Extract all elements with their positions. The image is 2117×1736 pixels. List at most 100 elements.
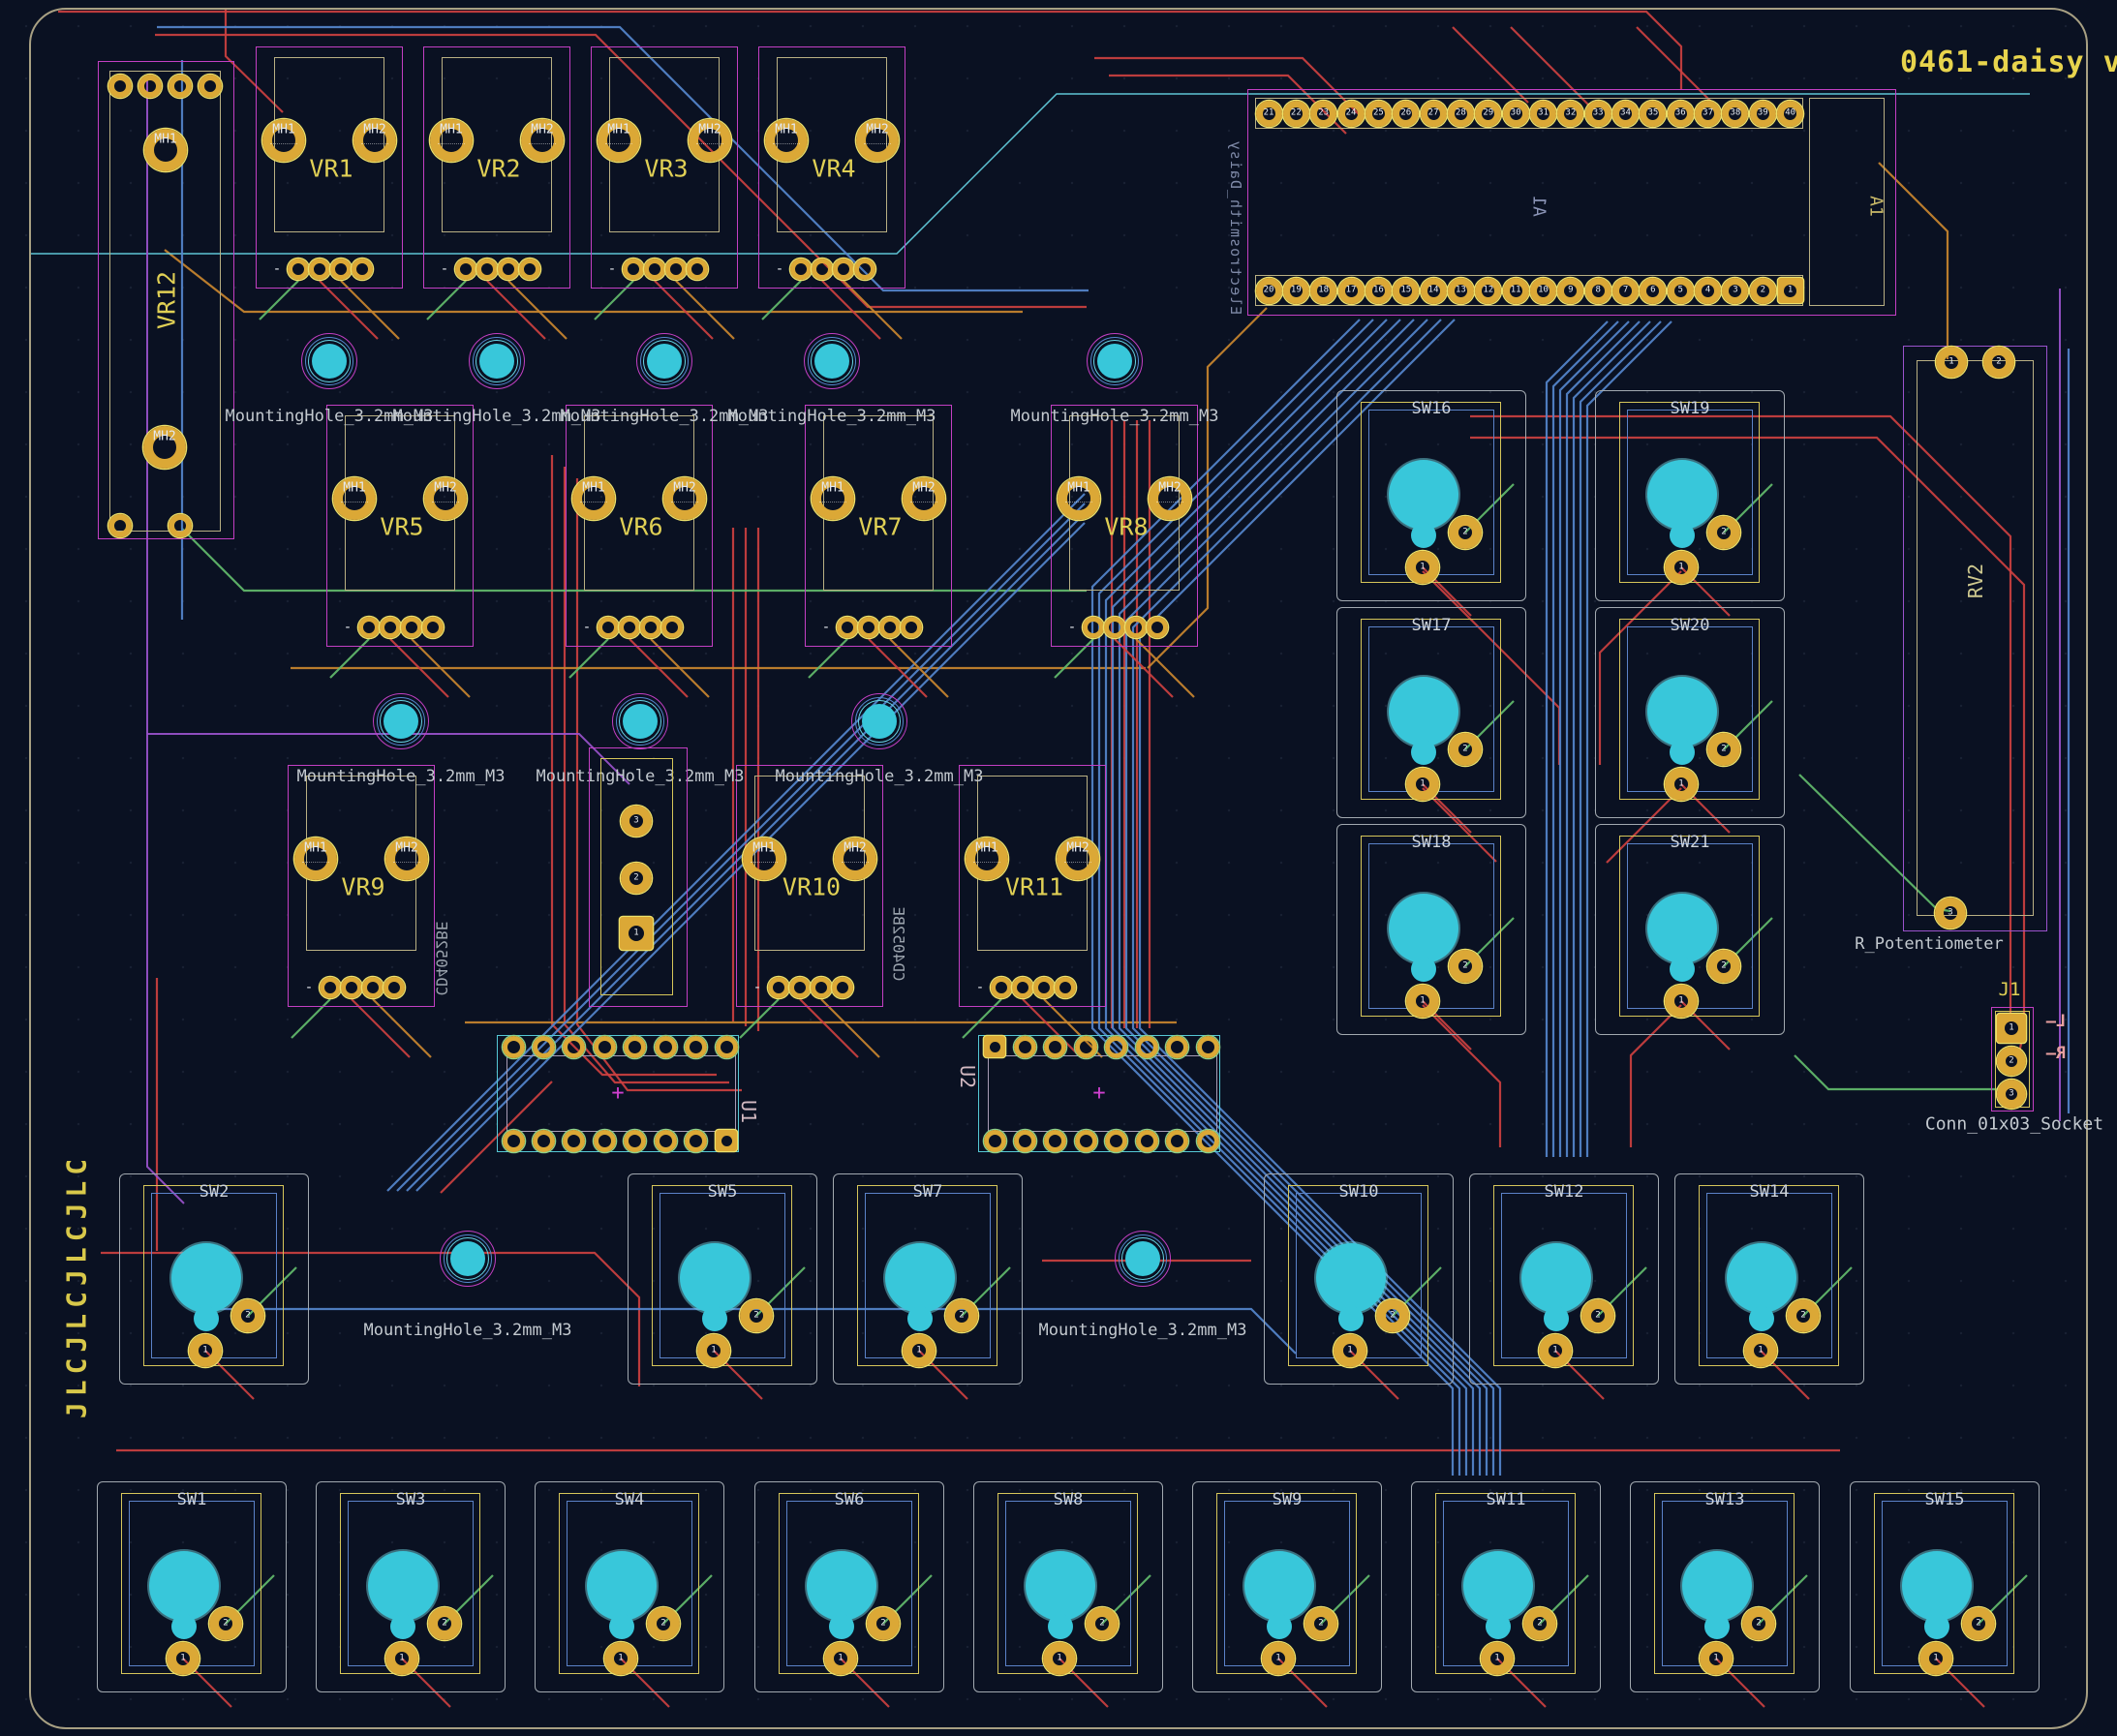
switch-pad-1[interactable]: 1 — [1665, 768, 1698, 801]
header-pin-6[interactable]: 6 — [1640, 278, 1666, 304]
pin-pad-2[interactable] — [309, 259, 330, 280]
jack-pad-1[interactable]: 1 — [620, 917, 653, 950]
switch-pad-2[interactable]: 2 — [1707, 516, 1740, 549]
socket-pin[interactable] — [1166, 1130, 1188, 1152]
pin-pad-2[interactable] — [789, 977, 811, 998]
pin-pad-3[interactable] — [1125, 617, 1147, 638]
pin-pad-1[interactable] — [455, 259, 476, 280]
switch-pad-1[interactable]: 1 — [1406, 985, 1439, 1018]
pin-pad-2[interactable] — [341, 977, 362, 998]
switch-pad-1[interactable]: 1 — [1406, 551, 1439, 584]
header-pin-40[interactable]: 40 — [1777, 101, 1803, 127]
header-pin-13[interactable]: 13 — [1448, 278, 1474, 304]
mounting-hole[interactable] — [439, 1230, 497, 1288]
header-pin-14[interactable]: 14 — [1421, 278, 1447, 304]
header-pin-22[interactable]: 22 — [1283, 101, 1309, 127]
footprint-sw6[interactable]: SW621 — [754, 1481, 944, 1692]
switch-pad-2[interactable]: 2 — [1962, 1607, 1995, 1640]
socket-pin[interactable] — [594, 1036, 616, 1058]
footprint-vr1[interactable]: MH1MH2VR1- — [256, 46, 403, 289]
switch-pad-1[interactable]: 1 — [1665, 985, 1698, 1018]
footprint-vr6[interactable]: MH1MH2VR6- — [566, 405, 713, 647]
socket-pin[interactable] — [503, 1036, 525, 1058]
footprint-sw12[interactable]: SW1221 — [1469, 1173, 1659, 1385]
socket-pin[interactable] — [1075, 1130, 1097, 1152]
footprint-sw4[interactable]: SW421 — [535, 1481, 724, 1692]
pin-pad-4[interactable] — [687, 259, 708, 280]
pin-pad-2[interactable] — [619, 617, 640, 638]
header-pin-23[interactable]: 23 — [1310, 101, 1336, 127]
switch-pad-2[interactable]: 2 — [1449, 950, 1482, 983]
mounting-hole[interactable] — [468, 332, 526, 390]
socket-pin[interactable] — [1136, 1036, 1158, 1058]
header-pin-24[interactable]: 24 — [1338, 101, 1365, 127]
socket-pin[interactable] — [655, 1130, 677, 1152]
socket-pin[interactable] — [1014, 1130, 1036, 1152]
pin-pad-2[interactable] — [812, 259, 833, 280]
header-pin-31[interactable]: 31 — [1530, 101, 1556, 127]
socket-pin[interactable] — [1136, 1130, 1158, 1152]
mounting-hole[interactable] — [300, 332, 358, 390]
socket-pin[interactable] — [1014, 1036, 1036, 1058]
pin-pad-4[interactable] — [519, 259, 540, 280]
pin-pad-3[interactable] — [833, 259, 854, 280]
jack-pad-3[interactable]: 3 — [621, 806, 652, 837]
socket-pin[interactable] — [624, 1130, 646, 1152]
footprint-sw11[interactable]: SW1121 — [1411, 1481, 1601, 1692]
switch-pad-1[interactable]: 1 — [1334, 1334, 1366, 1367]
socket-pin[interactable] — [1197, 1036, 1219, 1058]
pin-pad[interactable] — [108, 75, 132, 98]
pin-pad-1[interactable] — [768, 977, 789, 998]
pin-pad-1[interactable] — [991, 977, 1012, 998]
footprint-sw13[interactable]: SW1321 — [1630, 1481, 1820, 1692]
socket-pin[interactable] — [716, 1036, 738, 1058]
j1-pad-1[interactable]: 1 — [1997, 1014, 2026, 1043]
footprint-u2[interactable]: + — [978, 1035, 1220, 1152]
pin-pad-1[interactable] — [1083, 617, 1104, 638]
footprint-sw10[interactable]: SW1021 — [1264, 1173, 1454, 1385]
pin-pad-3[interactable] — [330, 259, 352, 280]
switch-pad-2[interactable]: 2 — [428, 1607, 461, 1640]
header-pin-25[interactable]: 25 — [1365, 101, 1392, 127]
socket-pin[interactable] — [685, 1130, 707, 1152]
footprint-vr11[interactable]: MH1MH2VR11- — [959, 765, 1106, 1007]
pin-pad-4[interactable] — [854, 259, 875, 280]
header-pin-10[interactable]: 10 — [1530, 278, 1556, 304]
pin-pad-2[interactable] — [858, 617, 879, 638]
socket-pin[interactable] — [563, 1036, 585, 1058]
mounting-hole[interactable] — [1086, 332, 1144, 390]
mounting-hole[interactable] — [803, 332, 861, 390]
pin-pad-2[interactable] — [476, 259, 498, 280]
header-pin-17[interactable]: 17 — [1338, 278, 1365, 304]
switch-pad-2[interactable]: 2 — [1787, 1299, 1820, 1332]
pin-pad-4[interactable] — [422, 617, 444, 638]
socket-pin[interactable] — [1166, 1036, 1188, 1058]
switch-pad-1[interactable]: 1 — [1262, 1642, 1295, 1675]
switch-pad-2[interactable]: 2 — [1449, 733, 1482, 766]
pin-pad[interactable] — [199, 75, 222, 98]
header-pin-35[interactable]: 35 — [1640, 101, 1666, 127]
socket-pin[interactable] — [533, 1130, 555, 1152]
j1-pad-2[interactable]: 2 — [1997, 1047, 2026, 1076]
header-pin-15[interactable]: 15 — [1393, 278, 1419, 304]
header-pin-19[interactable]: 19 — [1283, 278, 1309, 304]
pin-pad-2[interactable] — [1012, 977, 1033, 998]
pin-pad-1[interactable] — [358, 617, 380, 638]
footprint-sw21[interactable]: SW2121 — [1595, 824, 1785, 1035]
switch-pad-1[interactable]: 1 — [1406, 768, 1439, 801]
switch-pad-2[interactable]: 2 — [945, 1299, 978, 1332]
header-pin-29[interactable]: 29 — [1475, 101, 1501, 127]
header-pin-33[interactable]: 33 — [1585, 101, 1611, 127]
header-pin-38[interactable]: 38 — [1722, 101, 1748, 127]
switch-pad-2[interactable]: 2 — [231, 1299, 264, 1332]
pin-pad-1[interactable] — [598, 617, 619, 638]
pin-pad-3[interactable] — [665, 259, 687, 280]
pin-pad-3[interactable] — [362, 977, 384, 998]
footprint-a1-daisy-header[interactable]: 2122232425262728293031323334353637383940… — [1247, 89, 1896, 316]
footprint-rv2[interactable]: 123 — [1903, 346, 2047, 931]
pin-pad-4[interactable] — [832, 977, 853, 998]
switch-pad-2[interactable]: 2 — [647, 1607, 680, 1640]
switch-pad-1[interactable]: 1 — [385, 1642, 418, 1675]
switch-pad-1[interactable]: 1 — [1665, 551, 1698, 584]
footprint-vr5[interactable]: MH1MH2VR5- — [326, 405, 474, 647]
